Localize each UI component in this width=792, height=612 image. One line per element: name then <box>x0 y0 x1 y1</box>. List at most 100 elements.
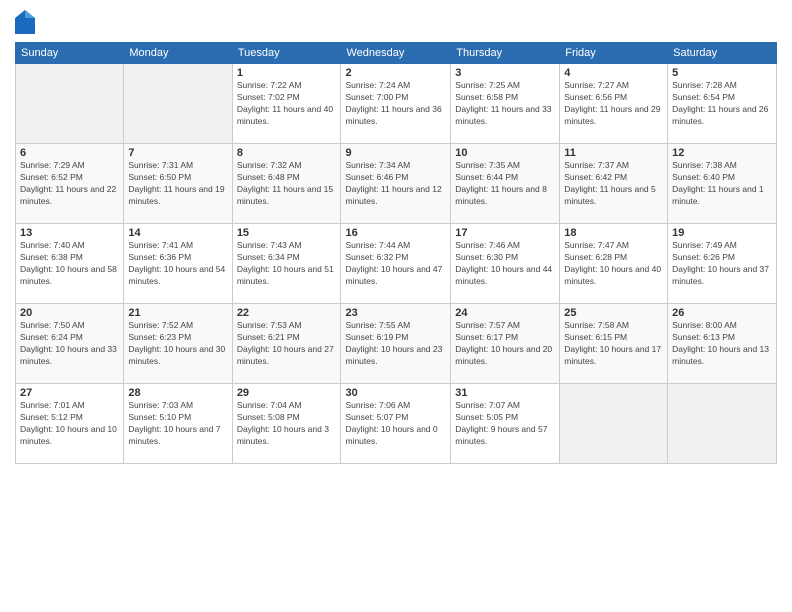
day-number: 18 <box>564 227 663 239</box>
day-info: Sunrise: 7:52 AM Sunset: 6:23 PM Dayligh… <box>128 320 227 368</box>
day-info: Sunrise: 7:38 AM Sunset: 6:40 PM Dayligh… <box>672 160 772 208</box>
calendar-cell: 14Sunrise: 7:41 AM Sunset: 6:36 PM Dayli… <box>124 224 232 304</box>
day-info: Sunrise: 7:57 AM Sunset: 6:17 PM Dayligh… <box>455 320 555 368</box>
week-row-3: 13Sunrise: 7:40 AM Sunset: 6:38 PM Dayli… <box>16 224 777 304</box>
calendar-cell <box>16 64 124 144</box>
week-row-1: 1Sunrise: 7:22 AM Sunset: 7:02 PM Daylig… <box>16 64 777 144</box>
logo-icon <box>15 10 35 34</box>
weekday-header-row: SundayMondayTuesdayWednesdayThursdayFrid… <box>16 43 777 64</box>
day-number: 14 <box>128 227 227 239</box>
week-row-2: 6Sunrise: 7:29 AM Sunset: 6:52 PM Daylig… <box>16 144 777 224</box>
day-info: Sunrise: 7:40 AM Sunset: 6:38 PM Dayligh… <box>20 240 119 288</box>
day-info: Sunrise: 7:31 AM Sunset: 6:50 PM Dayligh… <box>128 160 227 208</box>
calendar-cell: 28Sunrise: 7:03 AM Sunset: 5:10 PM Dayli… <box>124 384 232 464</box>
day-info: Sunrise: 7:58 AM Sunset: 6:15 PM Dayligh… <box>564 320 663 368</box>
day-info: Sunrise: 7:06 AM Sunset: 5:07 PM Dayligh… <box>345 400 446 448</box>
day-number: 21 <box>128 307 227 319</box>
calendar-cell: 19Sunrise: 7:49 AM Sunset: 6:26 PM Dayli… <box>668 224 777 304</box>
day-info: Sunrise: 7:25 AM Sunset: 6:58 PM Dayligh… <box>455 80 555 128</box>
day-number: 22 <box>237 307 337 319</box>
day-number: 9 <box>345 147 446 159</box>
calendar-cell: 2Sunrise: 7:24 AM Sunset: 7:00 PM Daylig… <box>341 64 451 144</box>
day-number: 24 <box>455 307 555 319</box>
calendar-cell: 21Sunrise: 7:52 AM Sunset: 6:23 PM Dayli… <box>124 304 232 384</box>
day-number: 30 <box>345 387 446 399</box>
day-info: Sunrise: 7:47 AM Sunset: 6:28 PM Dayligh… <box>564 240 663 288</box>
day-number: 3 <box>455 67 555 79</box>
day-number: 8 <box>237 147 337 159</box>
weekday-header-friday: Friday <box>560 43 668 64</box>
calendar-cell: 5Sunrise: 7:28 AM Sunset: 6:54 PM Daylig… <box>668 64 777 144</box>
day-number: 12 <box>672 147 772 159</box>
day-number: 20 <box>20 307 119 319</box>
day-info: Sunrise: 7:46 AM Sunset: 6:30 PM Dayligh… <box>455 240 555 288</box>
day-number: 2 <box>345 67 446 79</box>
calendar-table: SundayMondayTuesdayWednesdayThursdayFrid… <box>15 42 777 464</box>
header <box>15 10 777 34</box>
day-info: Sunrise: 7:34 AM Sunset: 6:46 PM Dayligh… <box>345 160 446 208</box>
calendar-cell: 6Sunrise: 7:29 AM Sunset: 6:52 PM Daylig… <box>16 144 124 224</box>
weekday-header-sunday: Sunday <box>16 43 124 64</box>
calendar-cell: 22Sunrise: 7:53 AM Sunset: 6:21 PM Dayli… <box>232 304 341 384</box>
day-number: 17 <box>455 227 555 239</box>
day-info: Sunrise: 7:29 AM Sunset: 6:52 PM Dayligh… <box>20 160 119 208</box>
day-number: 4 <box>564 67 663 79</box>
calendar-cell: 25Sunrise: 7:58 AM Sunset: 6:15 PM Dayli… <box>560 304 668 384</box>
day-number: 1 <box>237 67 337 79</box>
day-number: 27 <box>20 387 119 399</box>
day-number: 19 <box>672 227 772 239</box>
weekday-header-wednesday: Wednesday <box>341 43 451 64</box>
day-info: Sunrise: 7:49 AM Sunset: 6:26 PM Dayligh… <box>672 240 772 288</box>
calendar-cell: 10Sunrise: 7:35 AM Sunset: 6:44 PM Dayli… <box>451 144 560 224</box>
calendar-cell: 1Sunrise: 7:22 AM Sunset: 7:02 PM Daylig… <box>232 64 341 144</box>
weekday-header-tuesday: Tuesday <box>232 43 341 64</box>
calendar-cell <box>668 384 777 464</box>
day-number: 7 <box>128 147 227 159</box>
day-number: 25 <box>564 307 663 319</box>
day-number: 15 <box>237 227 337 239</box>
calendar-cell: 16Sunrise: 7:44 AM Sunset: 6:32 PM Dayli… <box>341 224 451 304</box>
calendar-cell <box>124 64 232 144</box>
day-info: Sunrise: 7:44 AM Sunset: 6:32 PM Dayligh… <box>345 240 446 288</box>
day-number: 10 <box>455 147 555 159</box>
calendar-cell: 12Sunrise: 7:38 AM Sunset: 6:40 PM Dayli… <box>668 144 777 224</box>
day-info: Sunrise: 7:50 AM Sunset: 6:24 PM Dayligh… <box>20 320 119 368</box>
day-info: Sunrise: 7:28 AM Sunset: 6:54 PM Dayligh… <box>672 80 772 128</box>
calendar-cell: 23Sunrise: 7:55 AM Sunset: 6:19 PM Dayli… <box>341 304 451 384</box>
day-info: Sunrise: 7:41 AM Sunset: 6:36 PM Dayligh… <box>128 240 227 288</box>
day-info: Sunrise: 7:32 AM Sunset: 6:48 PM Dayligh… <box>237 160 337 208</box>
day-info: Sunrise: 7:37 AM Sunset: 6:42 PM Dayligh… <box>564 160 663 208</box>
calendar-cell: 3Sunrise: 7:25 AM Sunset: 6:58 PM Daylig… <box>451 64 560 144</box>
calendar-cell: 11Sunrise: 7:37 AM Sunset: 6:42 PM Dayli… <box>560 144 668 224</box>
day-number: 31 <box>455 387 555 399</box>
day-number: 5 <box>672 67 772 79</box>
day-info: Sunrise: 7:24 AM Sunset: 7:00 PM Dayligh… <box>345 80 446 128</box>
weekday-header-monday: Monday <box>124 43 232 64</box>
day-number: 11 <box>564 147 663 159</box>
calendar-page: SundayMondayTuesdayWednesdayThursdayFrid… <box>0 0 792 612</box>
calendar-cell: 18Sunrise: 7:47 AM Sunset: 6:28 PM Dayli… <box>560 224 668 304</box>
calendar-cell: 24Sunrise: 7:57 AM Sunset: 6:17 PM Dayli… <box>451 304 560 384</box>
week-row-5: 27Sunrise: 7:01 AM Sunset: 5:12 PM Dayli… <box>16 384 777 464</box>
day-info: Sunrise: 7:27 AM Sunset: 6:56 PM Dayligh… <box>564 80 663 128</box>
calendar-cell: 4Sunrise: 7:27 AM Sunset: 6:56 PM Daylig… <box>560 64 668 144</box>
day-info: Sunrise: 7:53 AM Sunset: 6:21 PM Dayligh… <box>237 320 337 368</box>
day-info: Sunrise: 7:22 AM Sunset: 7:02 PM Dayligh… <box>237 80 337 128</box>
day-number: 6 <box>20 147 119 159</box>
weekday-header-thursday: Thursday <box>451 43 560 64</box>
calendar-cell: 20Sunrise: 7:50 AM Sunset: 6:24 PM Dayli… <box>16 304 124 384</box>
day-number: 28 <box>128 387 227 399</box>
calendar-cell: 15Sunrise: 7:43 AM Sunset: 6:34 PM Dayli… <box>232 224 341 304</box>
calendar-cell: 9Sunrise: 7:34 AM Sunset: 6:46 PM Daylig… <box>341 144 451 224</box>
calendar-cell: 30Sunrise: 7:06 AM Sunset: 5:07 PM Dayli… <box>341 384 451 464</box>
weekday-header-saturday: Saturday <box>668 43 777 64</box>
day-info: Sunrise: 7:35 AM Sunset: 6:44 PM Dayligh… <box>455 160 555 208</box>
calendar-cell: 17Sunrise: 7:46 AM Sunset: 6:30 PM Dayli… <box>451 224 560 304</box>
day-info: Sunrise: 7:55 AM Sunset: 6:19 PM Dayligh… <box>345 320 446 368</box>
calendar-cell: 27Sunrise: 7:01 AM Sunset: 5:12 PM Dayli… <box>16 384 124 464</box>
calendar-cell: 31Sunrise: 7:07 AM Sunset: 5:05 PM Dayli… <box>451 384 560 464</box>
day-info: Sunrise: 7:04 AM Sunset: 5:08 PM Dayligh… <box>237 400 337 448</box>
day-info: Sunrise: 7:43 AM Sunset: 6:34 PM Dayligh… <box>237 240 337 288</box>
day-info: Sunrise: 7:01 AM Sunset: 5:12 PM Dayligh… <box>20 400 119 448</box>
day-info: Sunrise: 7:07 AM Sunset: 5:05 PM Dayligh… <box>455 400 555 448</box>
